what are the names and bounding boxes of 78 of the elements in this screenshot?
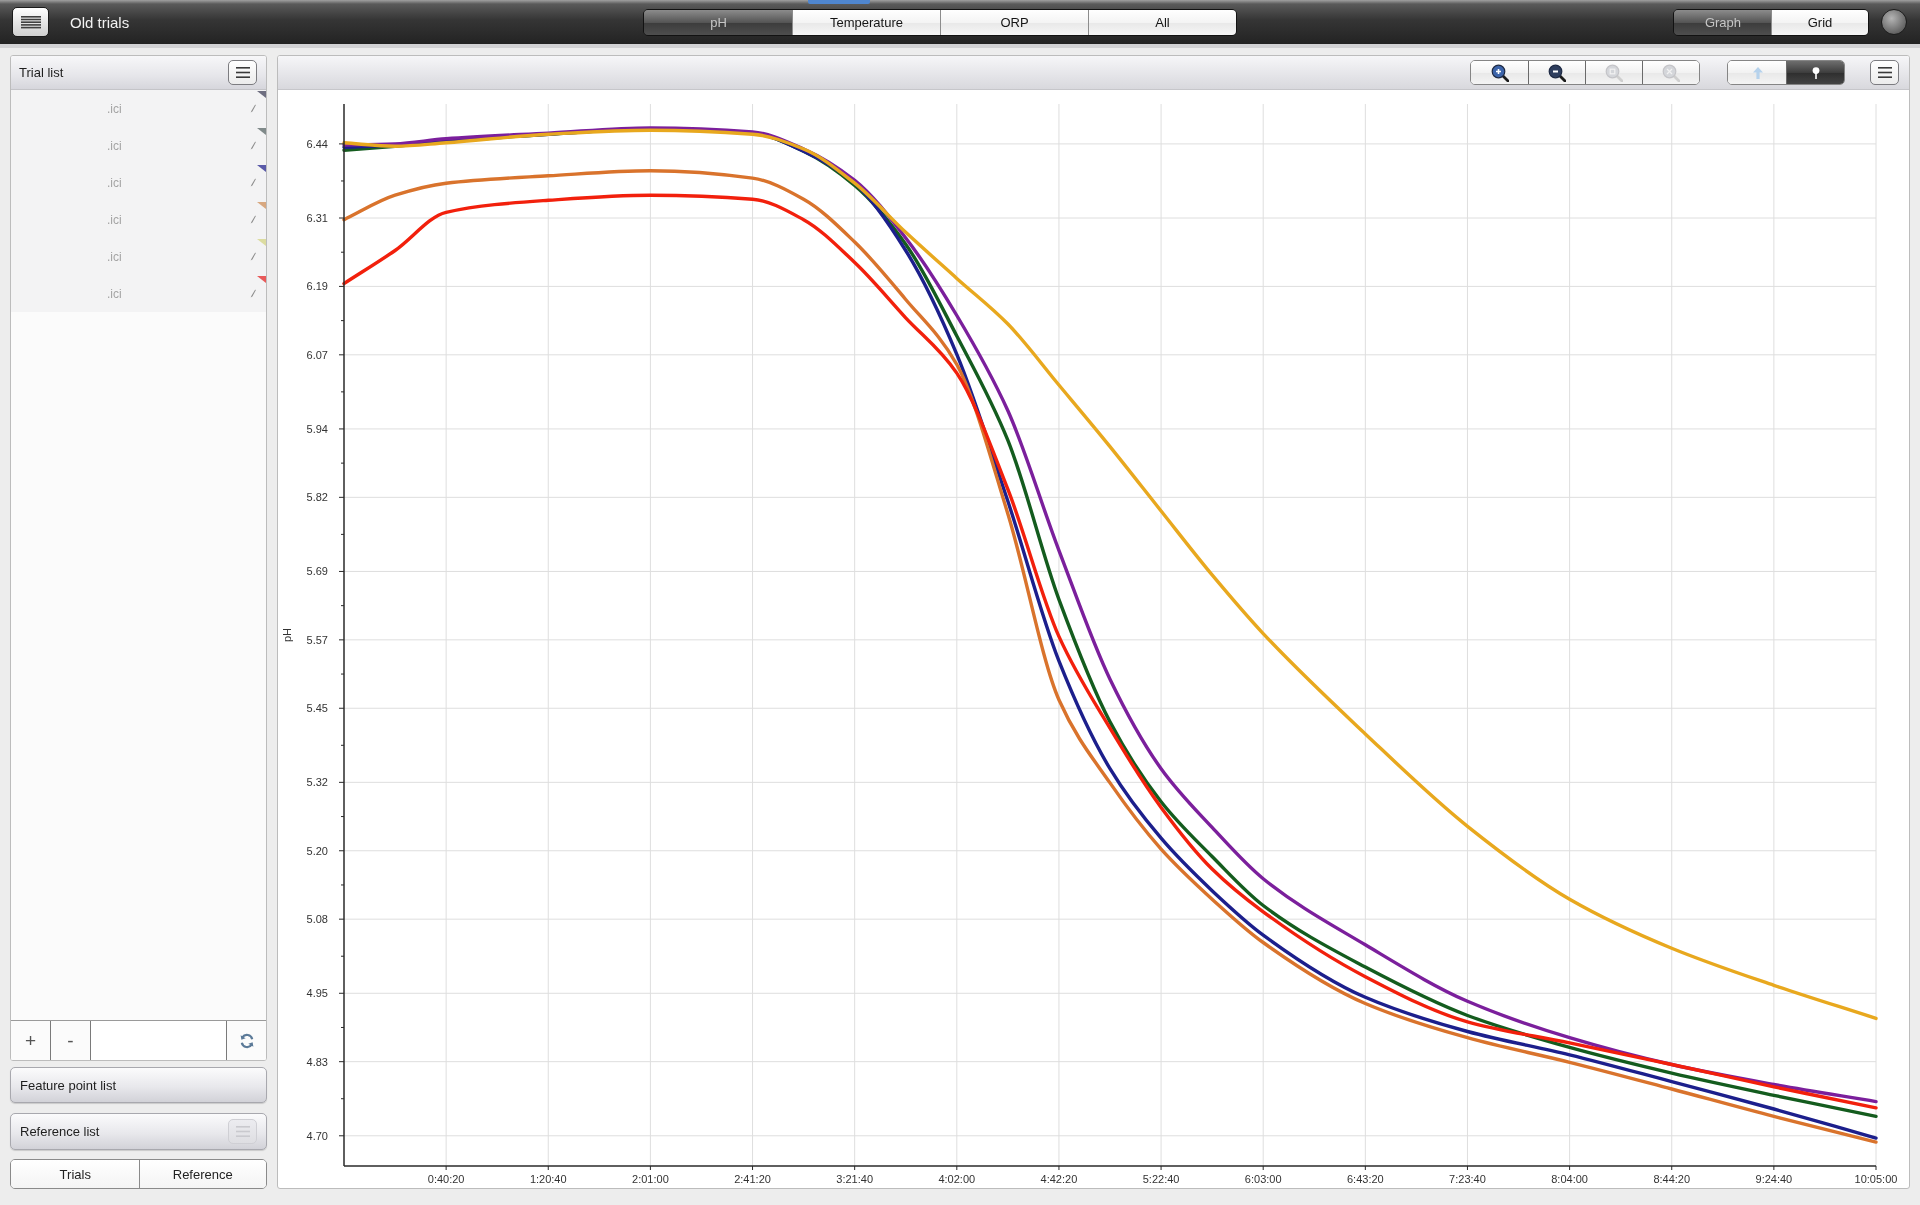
y-tick-label: 5.82 xyxy=(306,491,328,504)
y-tick-label: 5.32 xyxy=(306,776,328,789)
panel-title: Trial list xyxy=(19,65,64,80)
y-tick-label: 5.20 xyxy=(306,844,328,857)
menu-icon xyxy=(235,67,250,78)
list-action-button[interactable]: + xyxy=(11,1021,51,1060)
menu-icon xyxy=(20,15,41,29)
y-tick-label: 5.94 xyxy=(306,422,328,435)
x-tick-label: 2:41:20 xyxy=(734,1173,771,1185)
y-axis-title: pH xyxy=(281,627,293,643)
menu-icon xyxy=(235,1126,250,1137)
panel-title: Reference list xyxy=(20,1124,100,1139)
x-tick-label: 6:03:00 xyxy=(1244,1173,1282,1185)
y-tick-label: 6.31 xyxy=(306,212,328,224)
y-tick-label: 5.08 xyxy=(306,913,328,926)
view-tab[interactable]: pH xyxy=(644,9,792,35)
x-tick-label: 3:21:40 xyxy=(836,1173,873,1185)
y-tick-label: 4.95 xyxy=(306,987,328,1000)
x-tick-label: 8:04:00 xyxy=(1551,1173,1588,1185)
pencil-icon xyxy=(250,289,256,298)
magnifier-icon xyxy=(1662,63,1680,82)
menu-button[interactable] xyxy=(12,7,49,37)
x-tick-label: 5:22:40 xyxy=(1142,1173,1180,1185)
view-tab[interactable]: ORP xyxy=(940,9,1088,35)
pencil-icon xyxy=(250,104,256,113)
pencil-icon xyxy=(250,141,256,150)
pencil-icon xyxy=(250,215,256,224)
x-tick-label: 8:44:20 xyxy=(1653,1173,1691,1185)
x-tick-label: 10:05:00 xyxy=(1854,1173,1898,1185)
y-tick-label: 4.70 xyxy=(306,1129,328,1142)
y-tick-label: 4.83 xyxy=(306,1055,328,1068)
pin-icon xyxy=(1811,66,1820,79)
y-tick-label: 5.57 xyxy=(306,633,328,646)
x-tick-label: 1:20:40 xyxy=(529,1173,567,1185)
trial-name: .ici xyxy=(107,138,122,153)
trial-name: .ici xyxy=(107,175,122,190)
y-tick-label: 5.69 xyxy=(306,565,328,578)
trial-name: .ici xyxy=(107,249,122,264)
panel-title: Feature point list xyxy=(20,1077,117,1093)
zoom-button[interactable] xyxy=(1528,61,1585,84)
x-tick-label: 4:02:00 xyxy=(938,1173,976,1185)
x-tick-label: 0:40:20 xyxy=(427,1173,465,1185)
display-tab[interactable]: Grid xyxy=(1771,9,1868,35)
panel-header[interactable]: Reference list xyxy=(10,1113,267,1150)
pencil-icon xyxy=(250,252,256,261)
display-tab[interactable]: Graph xyxy=(1674,9,1771,35)
pencil-icon xyxy=(250,178,256,187)
trial-name: .ici xyxy=(107,212,122,227)
y-tick-label: 5.45 xyxy=(306,702,328,715)
input-field[interactable] xyxy=(91,1021,227,1060)
magnifier-icon xyxy=(1605,63,1623,82)
x-tick-label: 2:01:00 xyxy=(632,1173,669,1185)
sidebar-tab[interactable]: Trials xyxy=(11,1160,139,1188)
x-tick-label: 4:42:20 xyxy=(1040,1173,1078,1185)
menu-icon xyxy=(1877,67,1892,78)
refresh-icon xyxy=(238,1032,255,1049)
trial-name: .ici xyxy=(107,286,122,301)
zoom-button[interactable] xyxy=(1471,61,1528,84)
view-tab[interactable]: Temperature xyxy=(792,9,940,35)
panel-header[interactable]: Feature point list xyxy=(10,1067,267,1103)
sidebar-tab[interactable]: Reference xyxy=(138,1160,266,1188)
x-tick-label: 6:43:20 xyxy=(1347,1173,1384,1185)
y-tick-label: 6.19 xyxy=(306,280,328,293)
x-tick-label: 9:24:40 xyxy=(1755,1173,1793,1185)
arrow-icon xyxy=(1752,66,1763,79)
x-tick-label: 7:23:40 xyxy=(1449,1173,1486,1185)
menu-button[interactable] xyxy=(228,60,257,85)
view-tab[interactable]: All xyxy=(1088,9,1236,35)
y-tick-label: 6.07 xyxy=(306,348,328,361)
menu-button[interactable] xyxy=(1870,60,1899,85)
y-tick-label: 6.44 xyxy=(306,137,328,150)
zoom-out-icon xyxy=(1548,63,1566,82)
trial-name: .ici xyxy=(107,101,122,116)
zoom-in-icon xyxy=(1491,63,1509,82)
top-indicator-bar xyxy=(808,0,870,4)
window-title: Old trials xyxy=(70,13,130,31)
mode-button[interactable] xyxy=(1786,61,1844,84)
orb-button[interactable] xyxy=(1881,9,1907,35)
